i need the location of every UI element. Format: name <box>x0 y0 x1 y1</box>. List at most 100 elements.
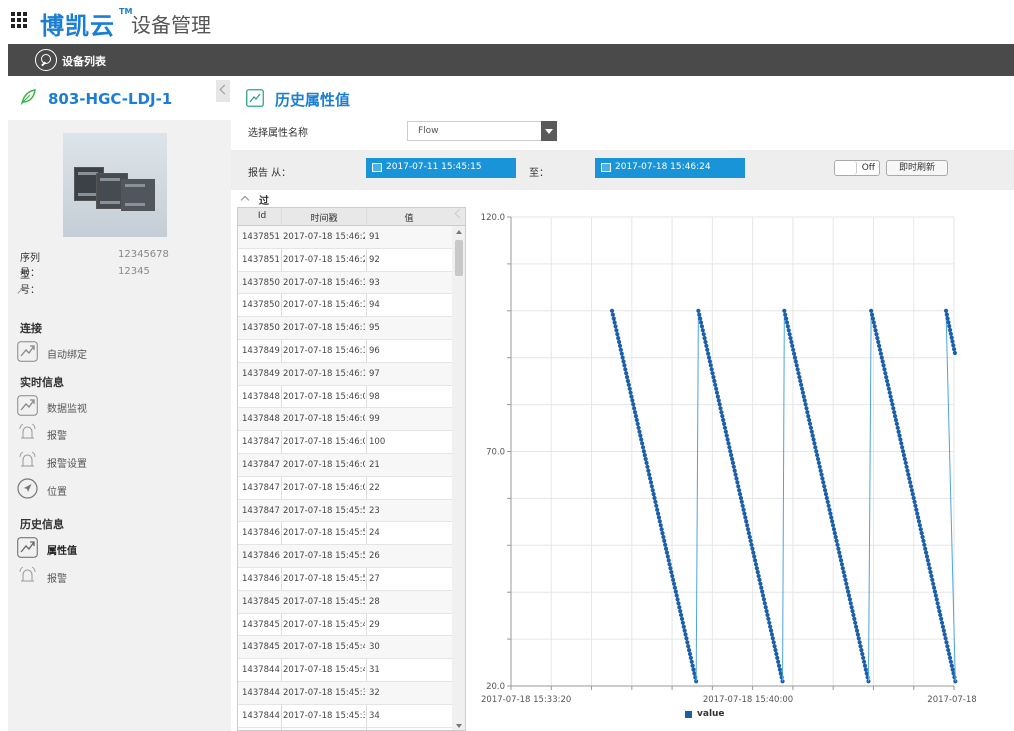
data-point <box>665 554 670 559</box>
table-row[interactable]: 1437844 2017-07-18 15:45:3 32 <box>238 681 452 705</box>
sidebar-item-alarm-settings[interactable]: 报警设置 <box>17 450 197 472</box>
data-point <box>731 464 736 469</box>
data-point <box>875 336 880 341</box>
data-point <box>687 651 693 657</box>
sidebar-item-label: 属性值 <box>47 546 77 557</box>
table-row[interactable]: 1437847 2017-07-18 15:46:0 100 <box>238 431 452 454</box>
scroll-down-icon[interactable] <box>456 724 462 728</box>
data-point <box>679 612 684 618</box>
table-row[interactable]: 1437845 2017-07-18 15:45:4 30 <box>238 636 452 660</box>
data-point <box>717 402 722 407</box>
table-row[interactable]: 1437847 2017-07-18 15:46:0 21 <box>238 453 452 477</box>
sidebar-item-data-monitor[interactable]: 数据监视 <box>17 395 197 417</box>
table-row[interactable]: 1437844 2017-07-18 15:45:3 34 <box>238 705 452 728</box>
table-row[interactable]: 1437851 2017-07-18 15:46:2 91 <box>238 226 452 249</box>
data-point <box>936 605 941 610</box>
to-date-picker[interactable]: 2017-07-18 15:46:24 <box>595 158 745 178</box>
data-point <box>884 375 889 380</box>
sidebar-item-label: 自动绑定 <box>47 350 87 361</box>
sidebar-item-attribute-values[interactable]: 属性值 <box>17 537 197 559</box>
data-point <box>951 343 956 348</box>
cell-timestamp: 2017-07-18 15:45:5 <box>283 551 365 562</box>
table-row[interactable]: 1437850 2017-07-18 15:46:1 94 <box>238 294 452 318</box>
table-row[interactable]: 1437849 2017-07-18 15:46:1 97 <box>238 362 452 386</box>
data-point <box>909 488 915 493</box>
table-row[interactable]: 1437849 2017-07-18 15:46:1 96 <box>238 340 452 363</box>
chevron-down-icon[interactable] <box>541 121 557 141</box>
column-header-id[interactable]: Id <box>242 211 282 221</box>
data-point <box>735 480 740 485</box>
table-row[interactable]: 1437848 2017-07-18 15:46:0 99 <box>238 408 452 432</box>
data-point <box>887 390 892 395</box>
sidebar: 803-HGC-LDJ-1 序列号： 12345678 型号： 12345 连接… <box>8 76 231 731</box>
sidebar-item-history-alarm[interactable]: 报警 <box>17 565 197 587</box>
data-point <box>655 511 661 516</box>
table-row[interactable]: 1437851 2017-07-18 15:46:2 92 <box>238 249 452 272</box>
data-point <box>815 453 820 458</box>
sidebar-item-auto-bind[interactable]: 自动绑定 <box>17 341 197 363</box>
column-header-value[interactable]: 值 <box>369 211 449 224</box>
data-point <box>710 371 715 376</box>
app-grid-icon[interactable] <box>11 12 27 28</box>
device-list-link[interactable]: 设备列表 <box>62 53 106 69</box>
attribute-select[interactable]: Flow <box>407 121 557 141</box>
cell-timestamp: 2017-07-18 15:46:0 <box>283 482 365 493</box>
data-point <box>821 480 826 485</box>
sidebar-item-label: 报警 <box>47 574 67 585</box>
table-row[interactable]: 1437850 2017-07-18 15:46:1 93 <box>238 271 452 295</box>
toggle-knob <box>835 161 857 175</box>
to-date-value: 2017-07-18 15:46:24 <box>615 162 711 172</box>
data-point <box>850 609 855 614</box>
scroll-thumb[interactable] <box>455 240 463 276</box>
table-collapse-button[interactable] <box>452 206 464 224</box>
data-point <box>776 663 782 668</box>
table-row[interactable]: 1437845 2017-07-18 15:45:4 29 <box>238 614 452 637</box>
table-row[interactable]: 1437846 2017-07-18 15:45:5 26 <box>238 545 452 568</box>
data-point <box>793 359 798 364</box>
table-row[interactable]: 1437848 2017-07-18 15:46:0 98 <box>238 386 452 409</box>
data-point <box>816 460 821 466</box>
data-point <box>933 593 938 598</box>
cell-timestamp: 2017-07-18 15:46:0 <box>283 459 365 470</box>
attribute-label: 选择属性名称 <box>248 128 308 139</box>
data-point <box>910 492 915 497</box>
data-point <box>625 378 631 384</box>
data-point <box>787 332 792 337</box>
column-header-timestamp[interactable]: 时间戳 <box>283 211 365 224</box>
cell-value: 24 <box>369 528 380 539</box>
data-point <box>795 367 800 372</box>
data-point <box>897 433 902 438</box>
data-point <box>706 351 711 356</box>
table-row[interactable]: 1437850 2017-07-18 15:46:1 95 <box>238 317 452 340</box>
scroll-up-icon[interactable] <box>456 230 462 234</box>
table-row[interactable]: 1437847 2017-07-18 15:46:0 22 <box>238 477 452 500</box>
data-point <box>624 371 629 376</box>
auto-refresh-toggle[interactable]: Off <box>834 160 880 176</box>
from-date-picker[interactable]: 2017-07-11 15:45:15 <box>366 158 516 178</box>
data-point <box>896 429 901 434</box>
data-point <box>647 472 652 477</box>
data-point <box>808 425 814 430</box>
table-row[interactable]: 1437846 2017-07-18 15:45:5 27 <box>238 568 452 591</box>
table-row[interactable]: 1437847 2017-07-18 15:45:5 23 <box>238 499 452 523</box>
data-point <box>928 570 933 575</box>
brand-logo: 博凯云 <box>40 12 115 40</box>
data-point <box>704 343 709 349</box>
sidebar-collapse-button[interactable] <box>216 80 230 102</box>
data-point <box>779 675 784 680</box>
data-point <box>889 398 894 403</box>
sidebar-item-alarm[interactable]: 报警 <box>17 422 197 444</box>
data-point <box>648 480 654 485</box>
table-scrollbar[interactable] <box>452 226 465 730</box>
data-point <box>774 651 779 657</box>
data-point <box>845 585 850 590</box>
data-point <box>943 308 949 313</box>
refresh-now-button[interactable]: 即时刷新 <box>886 160 948 176</box>
table-row[interactable]: 1437846 2017-07-18 15:45:5 24 <box>238 522 452 546</box>
search-icon[interactable] <box>35 49 57 71</box>
cell-value: 23 <box>369 505 380 516</box>
table-row[interactable]: 1437844 2017-07-18 15:45:4 31 <box>238 659 452 682</box>
table-row[interactable]: 1437845 2017-07-18 15:45:5 28 <box>238 590 452 614</box>
data-point <box>643 456 648 462</box>
sidebar-item-location[interactable]: 位置 <box>17 478 197 500</box>
